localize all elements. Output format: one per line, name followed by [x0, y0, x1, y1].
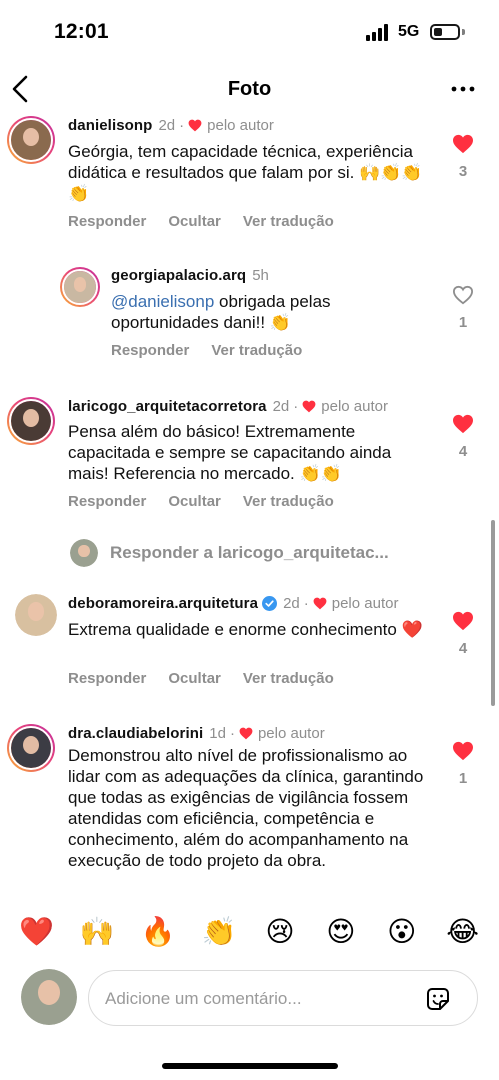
comment-username[interactable]: deboramoreira.arquitetura [68, 595, 258, 612]
more-options-icon[interactable] [448, 74, 478, 104]
liked-by-author-label: pelo autor [207, 117, 274, 134]
signal-icon [366, 24, 388, 41]
comment-username[interactable]: georgiapalacio.arq [111, 267, 246, 284]
like-button[interactable]: 4 [448, 611, 478, 657]
comment-time: 5h [252, 267, 269, 284]
reply-to-label: Responder a laricogo_arquitetac... [110, 543, 389, 562]
page-title: Foto [227, 78, 272, 100]
like-count: 1 [458, 770, 468, 787]
home-indicator [162, 1063, 338, 1069]
emoji-red-heart[interactable]: ❤️ [16, 912, 56, 954]
avatar[interactable] [60, 267, 100, 307]
comment-input-placeholder: Adicione um comentário... [105, 989, 302, 1008]
author-liked-heart-icon [302, 400, 316, 413]
comment-text: Demonstrou alto nível de profissionalism… [68, 746, 424, 870]
comment-input[interactable]: Adicione um comentário... [88, 970, 478, 1026]
separator-dot: · [229, 725, 235, 742]
battery-icon [430, 24, 460, 40]
reply-button[interactable]: Responder [68, 670, 146, 687]
emoji-clapping-hands[interactable]: 👏 [199, 912, 239, 954]
emoji-quick-bar: ❤️ 🙌 🔥 👏 😢 😍 😮 😂 [0, 912, 499, 954]
comment-time: 2d [158, 117, 176, 134]
author-liked-heart-icon [188, 119, 202, 132]
separator-dot: · [303, 595, 309, 612]
status-bar: 12:01 5G [0, 0, 499, 60]
network-type: 5G [398, 23, 420, 40]
like-button[interactable]: 3 [448, 134, 478, 180]
comment-text: Extrema qualidade e enorme conhecimento … [68, 620, 423, 639]
avatar[interactable] [15, 594, 57, 636]
like-count: 3 [458, 163, 468, 180]
like-button[interactable]: 1 [448, 741, 478, 787]
like-button[interactable]: 4 [448, 414, 478, 460]
emoji-heart-eyes[interactable]: 😍 [321, 912, 361, 954]
nav-header: Foto [0, 64, 499, 114]
hide-button[interactable]: Ocultar [168, 670, 221, 687]
emoji-tears-of-joy[interactable]: 😂 [443, 912, 483, 954]
heart-filled-icon [453, 134, 473, 154]
separator-dot: · [293, 398, 299, 415]
translate-button[interactable]: Ver tradução [243, 670, 334, 687]
reply-button[interactable]: Responder [68, 493, 146, 510]
author-liked-heart-icon [239, 727, 253, 740]
reply-button[interactable]: Responder [111, 342, 189, 359]
hide-button[interactable]: Ocultar [168, 493, 221, 510]
reply-to-prompt[interactable]: Responder a laricogo_arquitetac... [70, 538, 389, 568]
translate-button[interactable]: Ver tradução [243, 213, 334, 230]
translate-button[interactable]: Ver tradução [211, 342, 302, 359]
heart-filled-icon [453, 414, 473, 434]
comment-username[interactable]: danielisonp [68, 117, 152, 134]
liked-by-author-label: pelo autor [321, 398, 388, 415]
like-button[interactable]: 1 [448, 285, 478, 331]
emoji-raising-hands[interactable]: 🙌 [77, 912, 117, 954]
emoji-crying-face[interactable]: 😢 [260, 912, 300, 954]
liked-by-author-label: pelo autor [331, 595, 399, 612]
separator-dot: · [179, 117, 185, 134]
comment-time: 2d [272, 398, 290, 415]
author-liked-heart-icon [313, 597, 327, 610]
verified-badge-icon [262, 596, 278, 611]
heart-outline-icon [452, 285, 474, 305]
battery-tip [462, 29, 465, 35]
liked-by-author-label: pelo autor [257, 725, 325, 742]
like-count: 4 [458, 640, 468, 657]
comment-username[interactable]: laricogo_arquitetacorretora [68, 398, 267, 415]
comment-time: 1d [209, 725, 226, 742]
heart-filled-icon [453, 611, 473, 631]
sticker-icon[interactable] [423, 984, 453, 1014]
avatar[interactable] [7, 724, 55, 772]
status-time: 12:01 [54, 20, 109, 43]
emoji-fire[interactable]: 🔥 [138, 912, 178, 954]
comment-username[interactable]: dra.claudiabelorini [68, 725, 203, 742]
emoji-astonished-face[interactable]: 😮 [382, 912, 422, 954]
current-user-avatar-small [70, 539, 98, 567]
comment-time: 2d [283, 595, 300, 612]
scrollbar[interactable] [491, 520, 495, 706]
avatar[interactable] [7, 397, 55, 445]
comment-text: Geórgia, tem capacidade técnica, experiê… [68, 142, 423, 203]
current-user-avatar [21, 969, 77, 1025]
comment-composer: Adicione um comentário... [0, 966, 499, 1030]
heart-filled-icon [453, 741, 473, 761]
like-count: 1 [458, 314, 468, 331]
translate-button[interactable]: Ver tradução [243, 493, 334, 510]
mention-link[interactable]: @danielisonp [111, 292, 214, 311]
comment-text: Pensa além do básico! Extremamente capac… [68, 422, 392, 483]
avatar[interactable] [7, 116, 55, 164]
hide-button[interactable]: Ocultar [168, 213, 221, 230]
reply-button[interactable]: Responder [68, 213, 146, 230]
like-count: 4 [458, 443, 468, 460]
